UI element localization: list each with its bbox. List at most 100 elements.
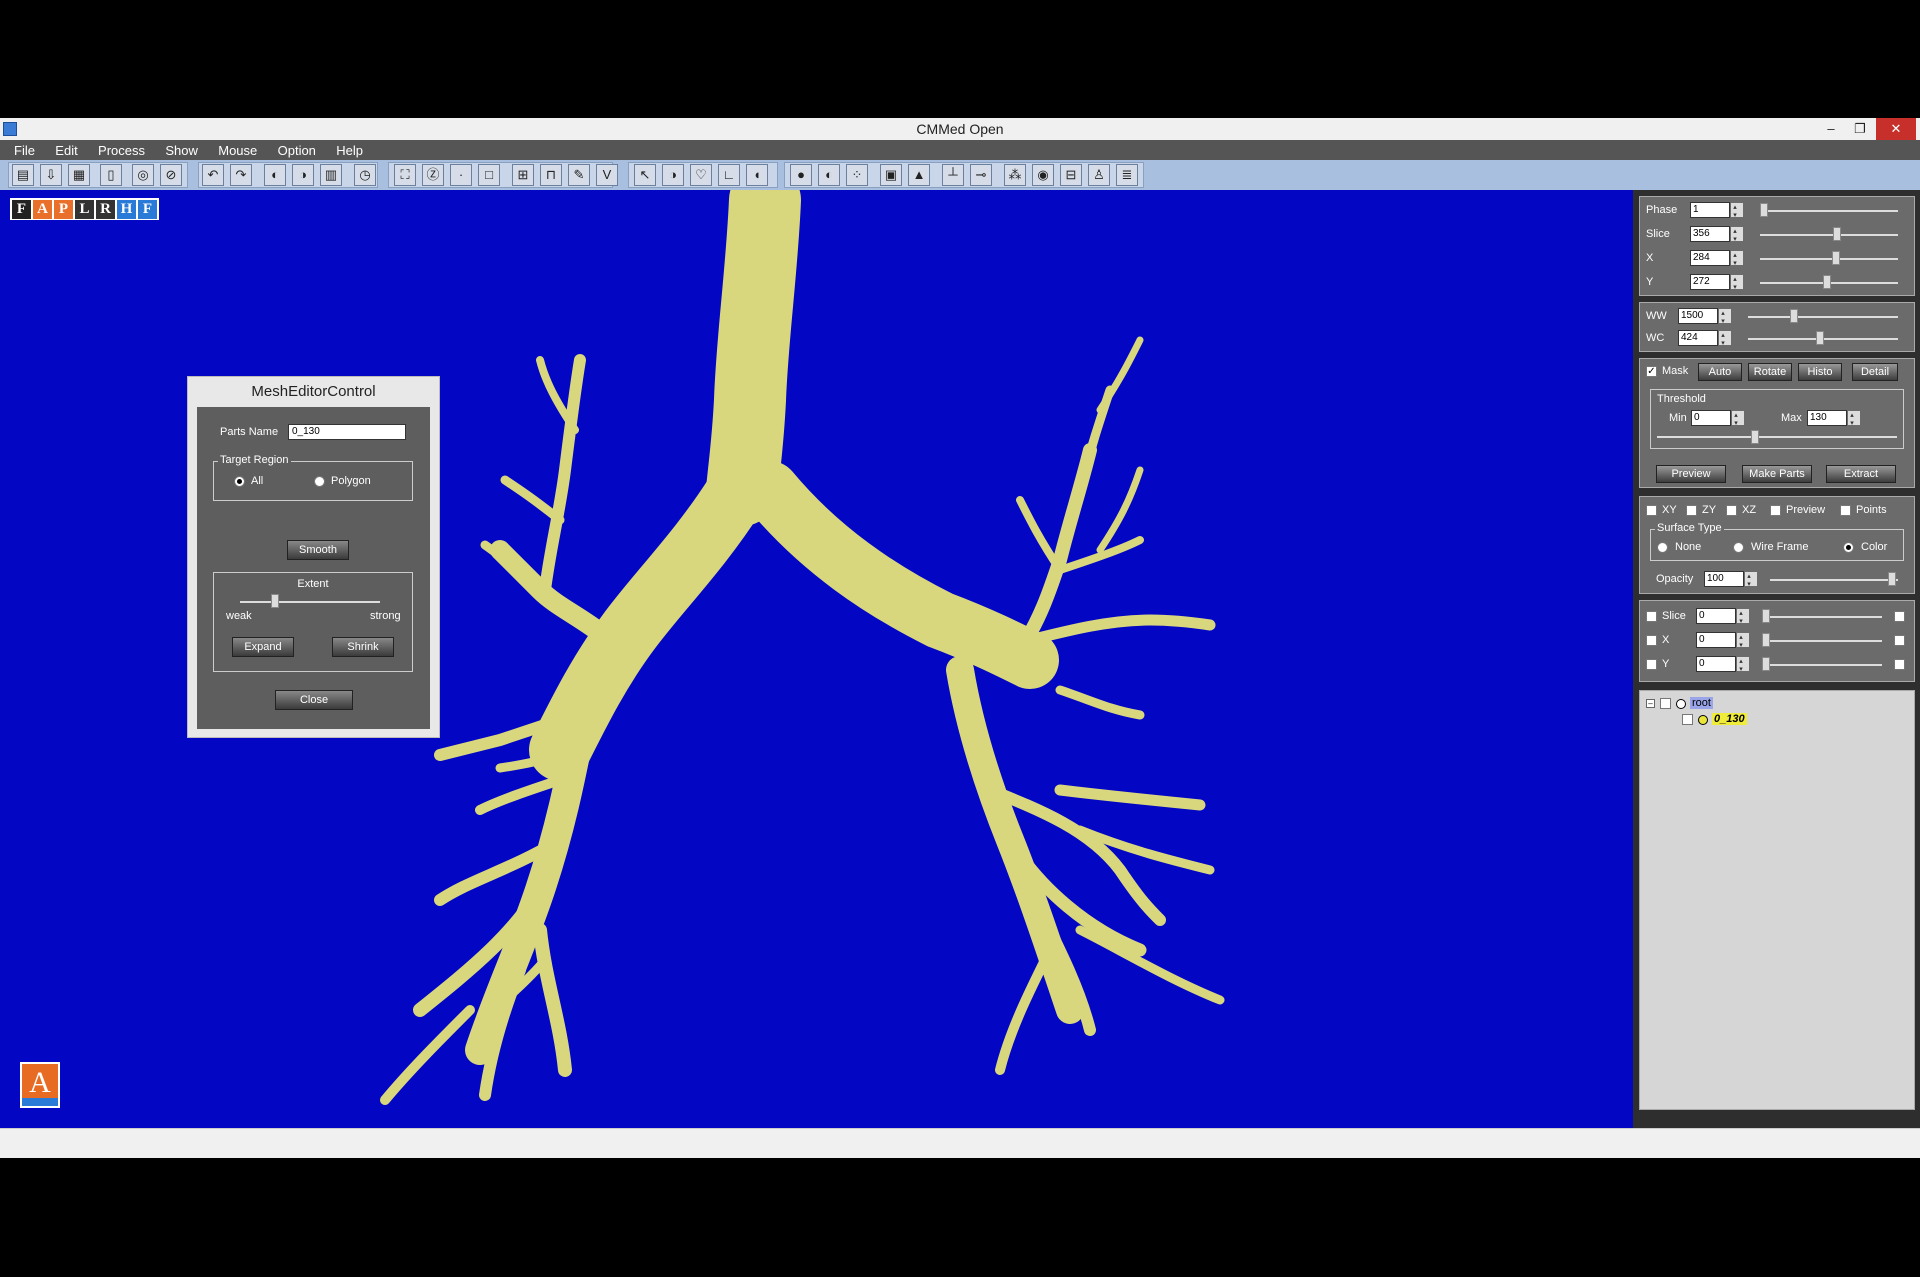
orient-button-a[interactable]: A: [33, 200, 52, 219]
mask-icon[interactable]: ◖: [746, 164, 768, 186]
save-icon[interactable]: ▦: [68, 164, 90, 186]
landscape-icon[interactable]: ▲: [908, 164, 930, 186]
smooth-button[interactable]: Smooth: [287, 540, 349, 560]
menu-file[interactable]: File: [0, 140, 35, 158]
ruler-icon[interactable]: ┴: [942, 164, 964, 186]
y-clip-slider-thumb[interactable]: [1762, 657, 1770, 671]
person-icon[interactable]: ♙: [1088, 164, 1110, 186]
close-window-button[interactable]: ✕: [1876, 118, 1916, 140]
stack-icon[interactable]: ≣: [1116, 164, 1138, 186]
phase-slider-thumb[interactable]: [1760, 203, 1768, 217]
x-clip-invert-checkbox[interactable]: [1894, 635, 1905, 646]
menu-process[interactable]: Process: [84, 140, 145, 158]
radio-polygon[interactable]: [314, 476, 325, 487]
make-parts-button[interactable]: Make Parts: [1742, 465, 1812, 483]
x-spinbox[interactable]: 284: [1690, 250, 1743, 266]
min-spinbox[interactable]: 0: [1691, 410, 1744, 426]
detail-button[interactable]: Detail: [1852, 363, 1898, 381]
y-clip-checkbox[interactable]: [1646, 659, 1657, 670]
surface-color-radio[interactable]: [1843, 542, 1854, 553]
stop-icon[interactable]: ⊘: [160, 164, 182, 186]
vr-icon[interactable]: V: [596, 164, 618, 186]
menu-option[interactable]: Option: [264, 140, 316, 158]
menu-mouse[interactable]: Mouse: [204, 140, 257, 158]
ww-slider-thumb[interactable]: [1790, 309, 1798, 323]
orient-button-f2[interactable]: F: [138, 200, 157, 219]
surface-none-radio[interactable]: [1657, 542, 1668, 553]
child-checkbox[interactable]: [1682, 714, 1693, 725]
preview-checkbox[interactable]: [1770, 505, 1781, 516]
filmstrip-icon[interactable]: ⊟: [1060, 164, 1082, 186]
annotate-icon[interactable]: ✎: [568, 164, 590, 186]
contrast-icon[interactable]: ◑: [662, 164, 684, 186]
orient-button-r[interactable]: R: [96, 200, 115, 219]
xy-checkbox[interactable]: [1646, 505, 1657, 516]
half-sphere-icon[interactable]: ◐: [818, 164, 840, 186]
ww-spinbox[interactable]: 1500: [1678, 308, 1731, 324]
tree-collapse-icon[interactable]: –: [1646, 699, 1655, 708]
heart-icon[interactable]: ♡: [690, 164, 712, 186]
record-icon[interactable]: ◎: [132, 164, 154, 186]
wc-slider-thumb[interactable]: [1816, 331, 1824, 345]
measure-icon[interactable]: ⊓: [540, 164, 562, 186]
orient-button-l[interactable]: L: [75, 200, 94, 219]
disc-icon[interactable]: ◉: [1032, 164, 1054, 186]
close-button[interactable]: Close: [275, 690, 353, 710]
dots-icon[interactable]: ⁘: [846, 164, 868, 186]
slider-tool-icon[interactable]: ⊸: [970, 164, 992, 186]
x-clip-slider-thumb[interactable]: [1762, 633, 1770, 647]
slice-clip-invert-checkbox[interactable]: [1894, 611, 1905, 622]
parts-name-input[interactable]: 0_130: [288, 424, 406, 440]
slice-clip-slider-thumb[interactable]: [1762, 609, 1770, 623]
slice-slider-thumb[interactable]: [1833, 227, 1841, 241]
xz-checkbox[interactable]: [1726, 505, 1737, 516]
grid-icon[interactable]: ⊞: [512, 164, 534, 186]
angle-icon[interactable]: ∟: [718, 164, 740, 186]
x-clip-checkbox[interactable]: [1646, 635, 1657, 646]
point-icon[interactable]: ·: [450, 164, 472, 186]
zy-checkbox[interactable]: [1686, 505, 1697, 516]
menu-show[interactable]: Show: [151, 140, 198, 158]
radio-all[interactable]: [234, 476, 245, 487]
root-checkbox[interactable]: [1660, 698, 1671, 709]
phase-spinbox[interactable]: 1: [1690, 202, 1743, 218]
image-icon[interactable]: ▣: [880, 164, 902, 186]
y-spinbox[interactable]: 272: [1690, 274, 1743, 290]
select-box-icon[interactable]: □: [478, 164, 500, 186]
camera-icon[interactable]: ◐: [264, 164, 286, 186]
clock-icon[interactable]: ◷: [354, 164, 376, 186]
x-slider-thumb[interactable]: [1832, 251, 1840, 265]
rotate-button[interactable]: Rotate: [1748, 363, 1792, 381]
zoom-icon[interactable]: Ⓩ: [422, 164, 444, 186]
auto-button[interactable]: Auto: [1698, 363, 1742, 381]
film-strip-icon[interactable]: ▥: [320, 164, 342, 186]
mask-checkbox[interactable]: ✓: [1646, 366, 1657, 377]
menu-help[interactable]: Help: [322, 140, 363, 158]
slice-clip-checkbox[interactable]: [1646, 611, 1657, 622]
cursor-icon[interactable]: ↖: [634, 164, 656, 186]
extent-slider-thumb[interactable]: [271, 594, 279, 608]
wc-spinbox[interactable]: 424: [1678, 330, 1731, 346]
preview-button[interactable]: Preview: [1656, 465, 1726, 483]
undo-icon[interactable]: ↶: [202, 164, 224, 186]
slice-spinbox[interactable]: 356: [1690, 226, 1743, 242]
histo-button[interactable]: Histo: [1798, 363, 1842, 381]
y-clip-invert-checkbox[interactable]: [1894, 659, 1905, 670]
root-visibility-icon[interactable]: [1676, 699, 1686, 709]
3d-viewport[interactable]: F A P L R H F A MeshEditorControl Parts …: [0, 190, 1633, 1128]
child-visibility-icon[interactable]: [1698, 715, 1708, 725]
menu-edit[interactable]: Edit: [41, 140, 77, 158]
threshold-slider-thumb[interactable]: [1751, 430, 1759, 444]
max-spinbox[interactable]: 130: [1807, 410, 1860, 426]
points-checkbox[interactable]: [1840, 505, 1851, 516]
tree-root-label[interactable]: root: [1690, 697, 1713, 709]
import-icon[interactable]: ⇩: [40, 164, 62, 186]
open-folder-icon[interactable]: ▤: [12, 164, 34, 186]
sphere-icon[interactable]: ●: [790, 164, 812, 186]
x-clip-spinbox[interactable]: 0: [1696, 632, 1749, 648]
tree-icon[interactable]: ⁂: [1004, 164, 1026, 186]
opacity-slider-thumb[interactable]: [1888, 572, 1896, 586]
film-icon[interactable]: ◑: [292, 164, 314, 186]
surface-wireframe-radio[interactable]: [1733, 542, 1744, 553]
zoom-fit-icon[interactable]: ⛶: [394, 164, 416, 186]
